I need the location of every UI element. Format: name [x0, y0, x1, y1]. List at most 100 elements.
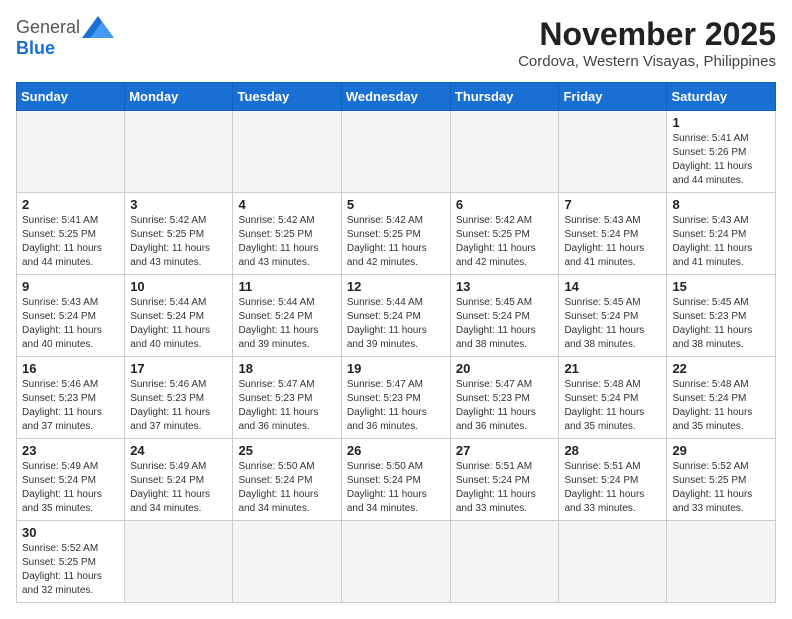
day-number: 3: [130, 197, 227, 212]
calendar-cell: 30 Sunrise: 5:52 AM Sunset: 5:25 PM Dayli…: [17, 521, 125, 603]
day-number: 15: [672, 279, 770, 294]
day-info: Sunrise: 5:43 AM Sunset: 5:24 PM Dayligh…: [564, 214, 661, 270]
calendar-cell: 24 Sunrise: 5:49 AM Sunset: 5:24 PM Dayli…: [125, 439, 233, 521]
calendar-cell: [233, 111, 341, 193]
day-info: Sunrise: 5:48 AM Sunset: 5:24 PM Dayligh…: [564, 378, 661, 434]
day-info: Sunrise: 5:44 AM Sunset: 5:24 PM Dayligh…: [130, 296, 227, 352]
calendar-cell: 18Sunrise: 5:47 AM Sunset: 5:23 PM Dayli…: [233, 357, 341, 439]
calendar-cell: 25Sunrise: 5:50 AM Sunset: 5:24 PM Dayli…: [233, 439, 341, 521]
day-info: Sunrise: 5:51 AM Sunset: 5:24 PM Dayligh…: [456, 460, 554, 516]
day-number: 18: [238, 361, 335, 376]
calendar-cell: 26 Sunrise: 5:50 AM Sunset: 5:24 PM Dayli…: [341, 439, 450, 521]
day-info: Sunrise: 5:47 AM Sunset: 5:23 PM Dayligh…: [347, 378, 445, 434]
day-info: Sunrise: 5:50 AM Sunset: 5:24 PM Dayligh…: [238, 460, 335, 516]
calendar-cell: [559, 111, 667, 193]
title-area: November 2025 Cordova, Western Visayas, …: [518, 16, 776, 70]
day-info: Sunrise: 5:46 AM Sunset: 5:23 PM Dayligh…: [130, 378, 227, 434]
calendar-cell: [233, 521, 341, 603]
day-info: Sunrise: 5:49 AM Sunset: 5:24 PM Dayligh…: [22, 460, 119, 516]
day-number: 29: [672, 443, 770, 458]
day-number: 8: [672, 197, 770, 212]
calendar-cell: [125, 111, 233, 193]
day-info: Sunrise: 5:45 AM Sunset: 5:24 PM Dayligh…: [456, 296, 554, 352]
day-number: 9: [22, 279, 119, 294]
logo-icon: [82, 16, 114, 38]
calendar-cell: 16Sunrise: 5:46 AM Sunset: 5:23 PM Dayli…: [17, 357, 125, 439]
day-number: 20: [456, 361, 554, 376]
day-info: Sunrise: 5:42 AM Sunset: 5:25 PM Dayligh…: [347, 214, 445, 270]
day-info: Sunrise: 5:44 AM Sunset: 5:24 PM Dayligh…: [238, 296, 335, 352]
day-number: 12: [347, 279, 445, 294]
day-number: 4: [238, 197, 335, 212]
calendar-cell: [667, 521, 776, 603]
day-info: Sunrise: 5:45 AM Sunset: 5:23 PM Dayligh…: [672, 296, 770, 352]
calendar-cell: [341, 111, 450, 193]
calendar-cell: 27 Sunrise: 5:51 AM Sunset: 5:24 PM Dayli…: [450, 439, 559, 521]
calendar-cell: 13 Sunrise: 5:45 AM Sunset: 5:24 PM Dayli…: [450, 275, 559, 357]
calendar-cell: 2 Sunrise: 5:41 AM Sunset: 5:25 PM Daylig…: [17, 193, 125, 275]
calendar-cell: 22 Sunrise: 5:48 AM Sunset: 5:24 PM Dayli…: [667, 357, 776, 439]
day-number: 1: [672, 115, 770, 130]
day-number: 27: [456, 443, 554, 458]
calendar-cell: 20 Sunrise: 5:47 AM Sunset: 5:23 PM Dayli…: [450, 357, 559, 439]
day-info: Sunrise: 5:47 AM Sunset: 5:23 PM Dayligh…: [456, 378, 554, 434]
day-info: Sunrise: 5:41 AM Sunset: 5:26 PM Dayligh…: [672, 132, 770, 188]
logo-blue-text: Blue: [16, 38, 55, 59]
day-info: Sunrise: 5:49 AM Sunset: 5:24 PM Dayligh…: [130, 460, 227, 516]
location-title: Cordova, Western Visayas, Philippines: [518, 53, 776, 70]
calendar-cell: [17, 111, 125, 193]
day-number: 19: [347, 361, 445, 376]
weekday-header-wednesday: Wednesday: [341, 83, 450, 111]
day-number: 24: [130, 443, 227, 458]
weekday-header-sunday: Sunday: [17, 83, 125, 111]
day-info: Sunrise: 5:42 AM Sunset: 5:25 PM Dayligh…: [238, 214, 335, 270]
day-number: 14: [564, 279, 661, 294]
day-number: 22: [672, 361, 770, 376]
day-number: 17: [130, 361, 227, 376]
weekday-header-friday: Friday: [559, 83, 667, 111]
day-info: Sunrise: 5:43 AM Sunset: 5:24 PM Dayligh…: [22, 296, 119, 352]
calendar: SundayMondayTuesdayWednesdayThursdayFrid…: [16, 82, 776, 603]
day-info: Sunrise: 5:50 AM Sunset: 5:24 PM Dayligh…: [347, 460, 445, 516]
calendar-cell: 5Sunrise: 5:42 AM Sunset: 5:25 PM Daylig…: [341, 193, 450, 275]
calendar-cell: 11 Sunrise: 5:44 AM Sunset: 5:24 PM Dayli…: [233, 275, 341, 357]
day-info: Sunrise: 5:42 AM Sunset: 5:25 PM Dayligh…: [456, 214, 554, 270]
month-title: November 2025: [518, 16, 776, 53]
day-number: 26: [347, 443, 445, 458]
calendar-cell: 15 Sunrise: 5:45 AM Sunset: 5:23 PM Dayli…: [667, 275, 776, 357]
weekday-header-saturday: Saturday: [667, 83, 776, 111]
header: General Blue November 2025 Cordova, West…: [16, 16, 776, 70]
calendar-cell: 23 Sunrise: 5:49 AM Sunset: 5:24 PM Dayli…: [17, 439, 125, 521]
calendar-cell: 29 Sunrise: 5:52 AM Sunset: 5:25 PM Dayli…: [667, 439, 776, 521]
logo-area: General Blue: [16, 16, 114, 59]
calendar-cell: [125, 521, 233, 603]
calendar-cell: 7 Sunrise: 5:43 AM Sunset: 5:24 PM Daylig…: [559, 193, 667, 275]
day-info: Sunrise: 5:51 AM Sunset: 5:24 PM Dayligh…: [564, 460, 661, 516]
day-number: 28: [564, 443, 661, 458]
day-info: Sunrise: 5:48 AM Sunset: 5:24 PM Dayligh…: [672, 378, 770, 434]
logo: General: [16, 16, 114, 38]
calendar-cell: 12Sunrise: 5:44 AM Sunset: 5:24 PM Dayli…: [341, 275, 450, 357]
weekday-header-tuesday: Tuesday: [233, 83, 341, 111]
day-number: 6: [456, 197, 554, 212]
calendar-cell: 4 Sunrise: 5:42 AM Sunset: 5:25 PM Daylig…: [233, 193, 341, 275]
day-number: 10: [130, 279, 227, 294]
calendar-cell: 8Sunrise: 5:43 AM Sunset: 5:24 PM Daylig…: [667, 193, 776, 275]
day-number: 13: [456, 279, 554, 294]
calendar-cell: 19 Sunrise: 5:47 AM Sunset: 5:23 PM Dayli…: [341, 357, 450, 439]
day-number: 30: [22, 525, 119, 540]
day-info: Sunrise: 5:41 AM Sunset: 5:25 PM Dayligh…: [22, 214, 119, 270]
day-number: 16: [22, 361, 119, 376]
calendar-cell: [450, 521, 559, 603]
day-number: 2: [22, 197, 119, 212]
day-number: 7: [564, 197, 661, 212]
day-number: 11: [238, 279, 335, 294]
day-info: Sunrise: 5:45 AM Sunset: 5:24 PM Dayligh…: [564, 296, 661, 352]
day-info: Sunrise: 5:52 AM Sunset: 5:25 PM Dayligh…: [672, 460, 770, 516]
calendar-cell: [450, 111, 559, 193]
weekday-header-thursday: Thursday: [450, 83, 559, 111]
day-info: Sunrise: 5:52 AM Sunset: 5:25 PM Dayligh…: [22, 542, 119, 598]
day-number: 23: [22, 443, 119, 458]
day-info: Sunrise: 5:42 AM Sunset: 5:25 PM Dayligh…: [130, 214, 227, 270]
calendar-cell: 10 Sunrise: 5:44 AM Sunset: 5:24 PM Dayli…: [125, 275, 233, 357]
